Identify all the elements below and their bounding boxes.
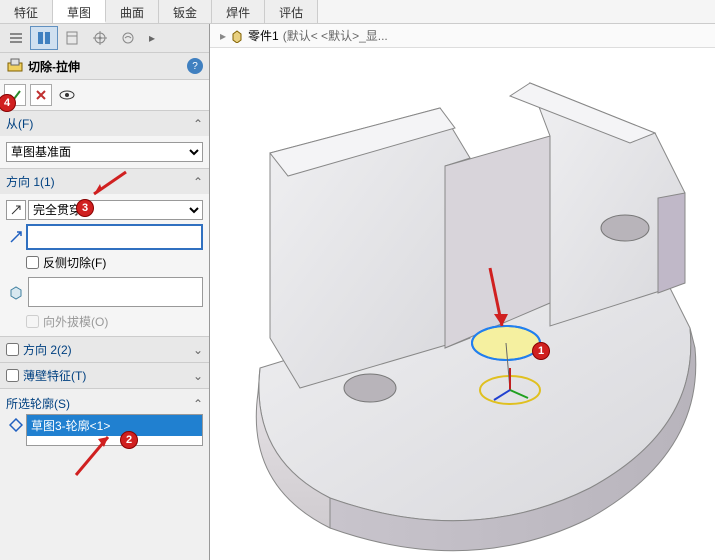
chevron-down-icon: ⌄: [193, 343, 203, 357]
annotation-1: 1: [532, 342, 550, 360]
direction-vector-input[interactable]: [26, 224, 203, 250]
feature-title: 切除-拉伸: [28, 58, 187, 75]
cancel-button[interactable]: [30, 84, 52, 106]
cut-extrude-icon: [6, 57, 24, 75]
model-svg: [210, 48, 715, 560]
reverse-direction-button[interactable]: [6, 200, 26, 220]
section-direction2: 方向 2(2) ⌄: [0, 337, 209, 363]
draft-outward-checkbox[interactable]: [26, 315, 39, 328]
arrow-to-3: [88, 170, 128, 200]
viewport: ▸ 零件1 (默认< <默认>_显...: [210, 24, 715, 560]
section-contours-label: 所选轮廓(S): [6, 395, 193, 412]
chevron-icon: ⌃: [193, 175, 203, 189]
direction-vector-icon: [6, 227, 26, 247]
dir2-enable-checkbox[interactable]: [6, 343, 19, 356]
breadcrumb-part[interactable]: 零件1: [248, 27, 279, 44]
thin-enable-checkbox[interactable]: [6, 369, 19, 382]
tab-surface[interactable]: 曲面: [106, 0, 159, 23]
section-dir2-header[interactable]: 方向 2(2) ⌄: [0, 337, 209, 362]
from-plane-select[interactable]: 草图基准面: [6, 142, 203, 162]
contour-icon: [6, 414, 26, 446]
annotation-4: 4: [0, 94, 16, 112]
end-condition-select[interactable]: 完全贯穿: [28, 200, 203, 220]
breadcrumb-arrow-icon: ▸: [220, 29, 226, 43]
section-from: 从(F) ⌃ 草图基准面: [0, 111, 209, 169]
tab-weldment[interactable]: 焊件: [212, 0, 265, 23]
property-manager-tab[interactable]: [30, 26, 58, 50]
feature-header: 切除-拉伸 ?: [0, 53, 209, 80]
body-select-icon: [6, 282, 26, 302]
reverse-cut-checkbox[interactable]: [26, 256, 39, 269]
section-dir2-label: 方向 2(2): [23, 341, 193, 358]
tab-sheetmetal[interactable]: 钣金: [159, 0, 212, 23]
feature-manager-tab[interactable]: [2, 26, 30, 50]
section-from-label: 从(F): [6, 115, 193, 132]
section-direction1: 方向 1(1) ⌃ 完全贯穿 3: [0, 169, 209, 337]
tab-sketch[interactable]: 草图: [53, 0, 106, 23]
model-canvas[interactable]: 1: [210, 48, 715, 560]
annotation-2: 2: [120, 431, 138, 449]
breadcrumb-config: (默认< <默认>_显...: [283, 27, 388, 44]
arrow-to-2: [70, 429, 120, 479]
tab-evaluate[interactable]: 评估: [265, 0, 318, 23]
chevron-icon: ⌃: [193, 397, 203, 411]
config-manager-tab[interactable]: [58, 26, 86, 50]
top-tabs: 特征 草图 曲面 钣金 焊件 评估: [0, 0, 715, 24]
section-thin-label: 薄壁特征(T): [23, 367, 193, 384]
part-icon: [230, 29, 244, 43]
property-manager: ▸ 切除-拉伸 ? 4 从(F) ⌃: [0, 24, 210, 560]
draft-outward-label: 向外拔模(O): [43, 313, 108, 330]
reverse-cut-label: 反侧切除(F): [43, 254, 106, 271]
confirm-row: 4: [0, 80, 209, 111]
section-thin-header[interactable]: 薄壁特征(T) ⌄: [0, 363, 209, 388]
section-contours: 所选轮廓(S) ⌃ 草图3-轮廓<1> 2: [0, 389, 209, 450]
section-contours-header[interactable]: 所选轮廓(S) ⌃: [6, 393, 203, 414]
section-thin: 薄壁特征(T) ⌄: [0, 363, 209, 389]
tab-features[interactable]: 特征: [0, 0, 53, 23]
display-manager-tab[interactable]: [114, 26, 142, 50]
dimxpert-tab[interactable]: [86, 26, 114, 50]
body-scope-list[interactable]: [28, 277, 203, 307]
breadcrumb[interactable]: ▸ 零件1 (默认< <默认>_显...: [210, 24, 715, 48]
help-button[interactable]: ?: [187, 58, 203, 74]
chevron-down-icon: ⌄: [193, 369, 203, 383]
section-from-header[interactable]: 从(F) ⌃: [0, 111, 209, 136]
preview-button[interactable]: [56, 84, 78, 106]
chevron-icon: ⌃: [193, 117, 203, 131]
annotation-3: 3: [76, 199, 94, 217]
tabs-overflow[interactable]: ▸: [142, 26, 162, 50]
manager-tabs: ▸: [0, 24, 209, 53]
